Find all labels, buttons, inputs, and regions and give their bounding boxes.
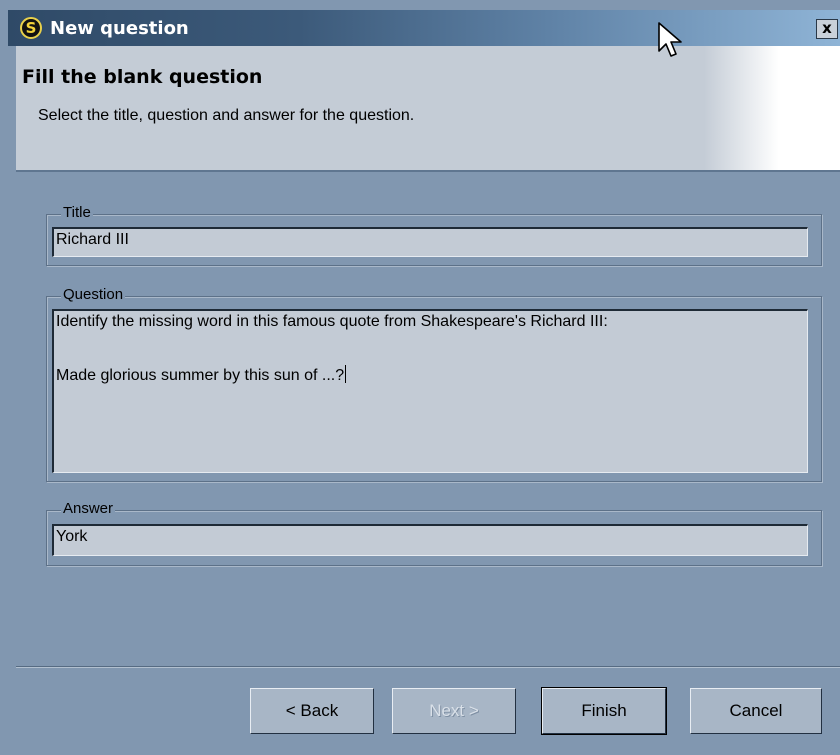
mouse-pointer-icon (658, 22, 682, 57)
question-line-2: Made glorious summer by this sun of ...? (56, 365, 347, 384)
app-icon: S (20, 17, 42, 39)
title-bar[interactable]: S New question x (8, 10, 840, 46)
title-input[interactable]: Richard III (52, 227, 808, 257)
page-subtitle: Select the title, question and answer fo… (38, 107, 415, 124)
window-title: New question (50, 18, 189, 39)
question-group-label: Question (61, 286, 126, 304)
next-button[interactable]: Next > (392, 688, 516, 734)
header-divider (16, 170, 840, 172)
footer-divider-highlight (16, 667, 840, 668)
answer-input-value: York (56, 528, 88, 545)
finish-button[interactable]: Finish (541, 687, 667, 735)
wizard-header: Fill the blank question Select the title… (16, 46, 840, 170)
page-title: Fill the blank question (22, 66, 263, 88)
answer-input[interactable]: York (52, 524, 808, 556)
wizard-window: S New question x Fill the blank question… (0, 0, 840, 755)
question-line-1: Identify the missing word in this famous… (56, 313, 608, 330)
title-input-value: Richard III (56, 231, 129, 248)
header-gradient (704, 46, 840, 170)
cancel-button[interactable]: Cancel (690, 688, 822, 734)
text-caret (345, 365, 347, 383)
question-textarea[interactable]: Identify the missing word in this famous… (52, 309, 808, 473)
answer-group-label: Answer (61, 500, 116, 518)
close-icon[interactable]: x (816, 19, 838, 39)
title-group-label: Title (61, 204, 93, 222)
back-button[interactable]: < Back (250, 688, 374, 734)
